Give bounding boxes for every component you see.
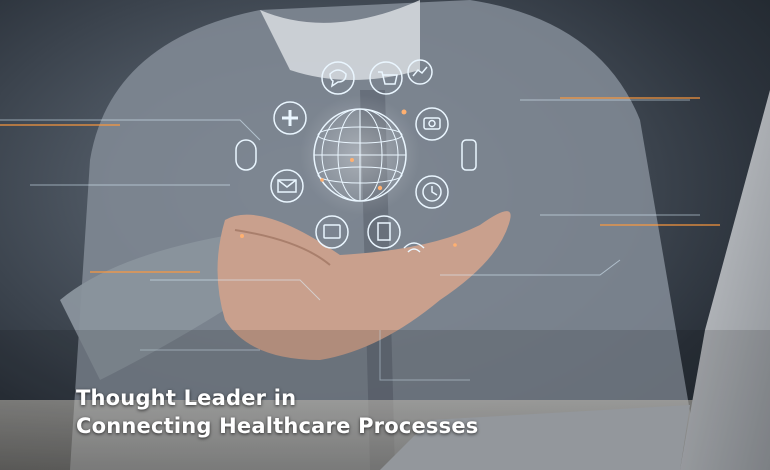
headline-line-1: Thought Leader in [76,386,297,410]
hero-image: Thought Leader in Connecting Healthcare … [0,0,770,470]
headline: Thought Leader in Connecting Healthcare … [76,384,478,440]
headline-line-2: Connecting Healthcare Processes [76,414,479,438]
